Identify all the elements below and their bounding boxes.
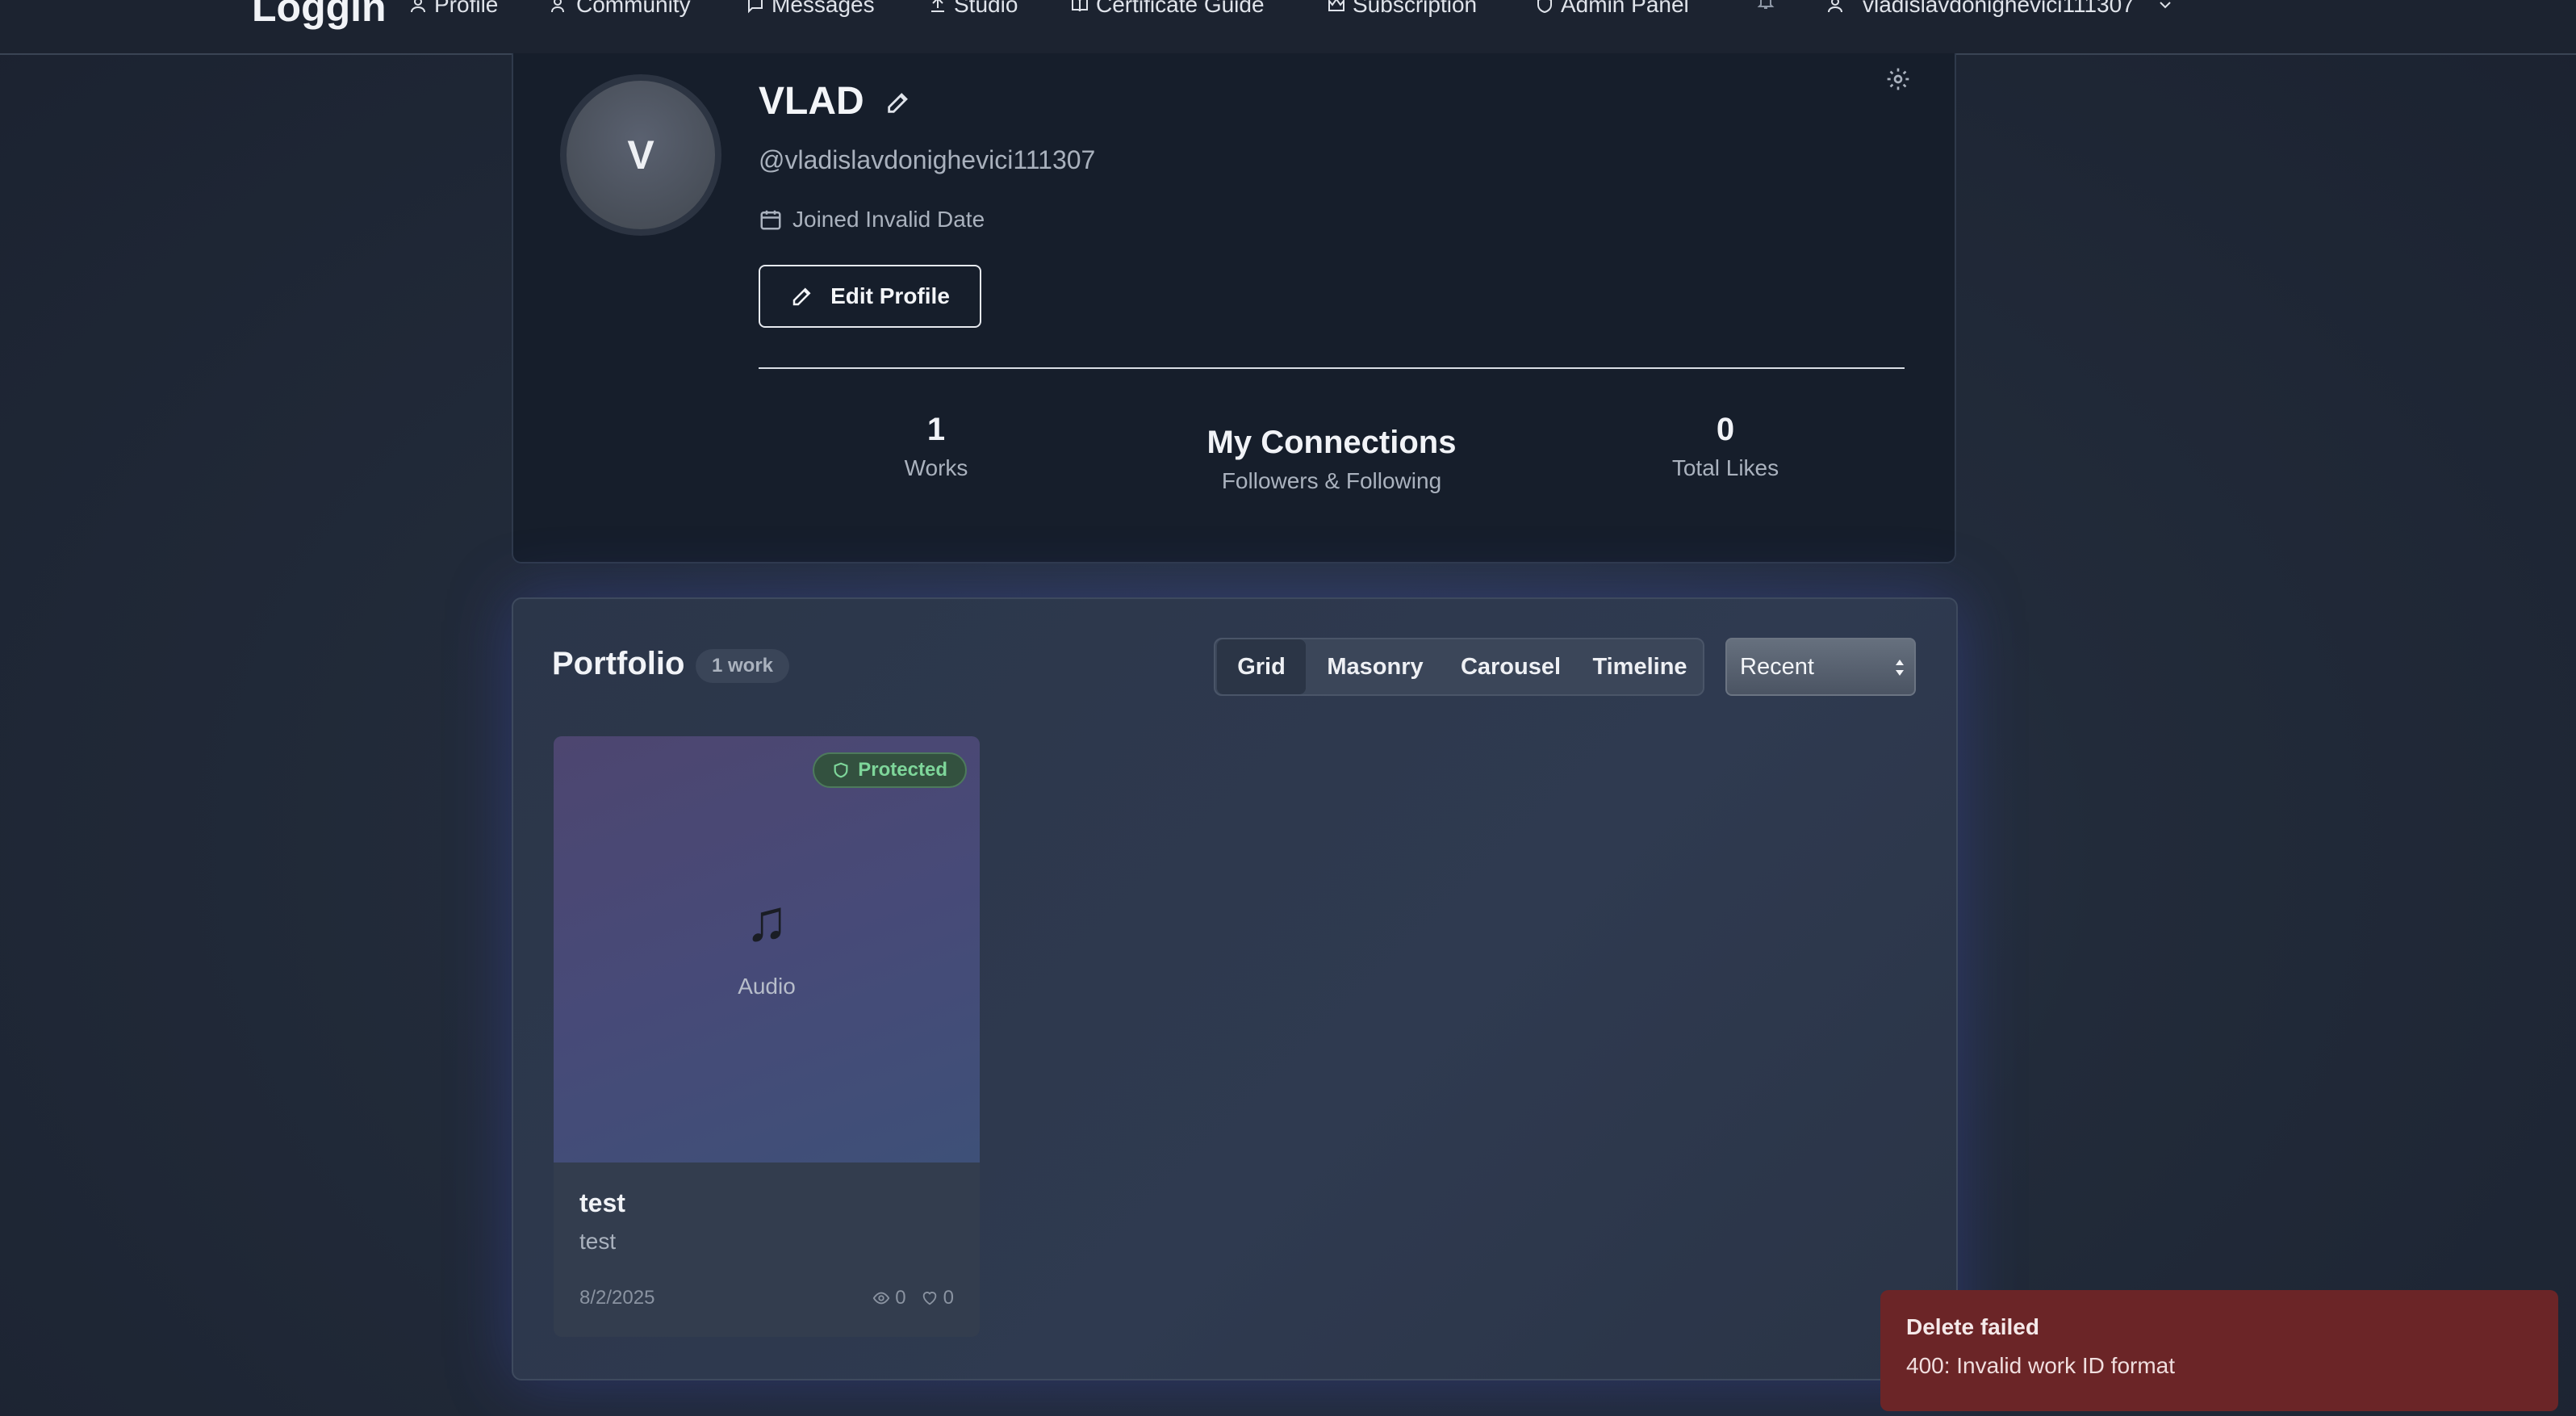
top-navbar: Loggin Profile Community Messages Studio… [0, 0, 2576, 55]
work-likes[interactable]: 0 [921, 1287, 954, 1309]
error-toast[interactable]: Delete failed 400: Invalid work ID forma… [1880, 1290, 2558, 1411]
nav-messages[interactable]: Messages [746, 0, 875, 18]
user-icon [411, 0, 425, 13]
shield-icon [834, 762, 848, 778]
connections-button[interactable]: My Connections [1130, 425, 1533, 461]
joined-date: Joined Invalid Date [759, 207, 985, 233]
nav-certificate-guide[interactable]: Certificate Guide [1070, 0, 1265, 18]
bell-icon [1757, 0, 1775, 9]
view-masonry-button[interactable]: Masonry [1309, 639, 1441, 694]
sort-select-value: Recent [1740, 653, 1814, 680]
gear-icon [1887, 68, 1909, 90]
calendar-icon [760, 210, 781, 230]
nav-messages-label: Messages [772, 0, 875, 17]
chevron-down-icon [2160, 2, 2171, 9]
pencil-icon [888, 93, 908, 113]
avatar-initial: V [627, 132, 654, 178]
work-title: test [579, 1188, 625, 1217]
profile-name: VLAD [759, 80, 864, 123]
connections-label: Followers & Following [1221, 468, 1442, 493]
heart-icon [922, 1292, 936, 1305]
username-label: vladislavdonighevici111307 [1863, 0, 2135, 17]
pencil-icon [792, 287, 811, 306]
toast-message: 400: Invalid work ID format [1906, 1353, 2176, 1378]
view-grid-button[interactable]: Grid [1217, 639, 1306, 694]
work-views: 0 [872, 1287, 906, 1309]
nav-admin-panel[interactable]: Admin Panel [1535, 0, 1689, 18]
nav-profile[interactable]: Profile [408, 0, 498, 18]
crown-icon [1328, 0, 1344, 11]
work-date: 8/2/2025 [579, 1287, 655, 1309]
eye-icon [873, 1292, 890, 1305]
work-description: test [579, 1229, 617, 1254]
settings-button[interactable] [1885, 66, 1911, 92]
work-thumbnail[interactable]: Protected ♫ Audio [554, 736, 980, 1163]
nav-community-label: Community [576, 0, 691, 17]
works-label: Works [904, 455, 968, 480]
nav-admin-panel-label: Admin Panel [1561, 0, 1689, 17]
protected-badge-label: Protected [858, 759, 947, 781]
users-icon [551, 0, 564, 13]
nav-certificate-guide-label: Certificate Guide [1096, 0, 1265, 17]
work-card[interactable]: Protected ♫ Audio test test 8/2/2025 0 0 [554, 736, 980, 1337]
edit-name-button[interactable] [884, 89, 912, 116]
toast-title: Delete failed [1906, 1314, 2039, 1339]
nav-community[interactable]: Community [550, 0, 691, 18]
work-stats: 0 0 [872, 1287, 954, 1309]
view-mode-toggle: Grid Masonry Carousel Timeline [1214, 638, 1704, 696]
joined-date-label: Joined Invalid Date [792, 207, 985, 232]
works-count: 1 [926, 412, 946, 447]
edit-profile-label: Edit Profile [830, 283, 950, 308]
nav-studio-label: Studio [954, 0, 1018, 17]
sort-select[interactable]: Recent [1725, 638, 1916, 696]
view-timeline-button[interactable]: Timeline [1579, 639, 1701, 694]
view-carousel-button[interactable]: Carousel [1445, 639, 1577, 694]
nav-subscription[interactable]: Subscription [1327, 0, 1477, 18]
shield-icon [1537, 0, 1552, 14]
nav-studio[interactable]: Studio [928, 0, 1018, 18]
likes-count: 0 [1716, 412, 1735, 447]
protected-badge: Protected [813, 752, 967, 788]
likes-label: Total Likes [1671, 455, 1779, 480]
avatar: V [560, 74, 721, 236]
notifications-button[interactable] [1756, 0, 1775, 11]
nav-subscription-label: Subscription [1353, 0, 1478, 17]
work-views-count: 0 [895, 1287, 906, 1309]
message-icon [748, 0, 763, 14]
edit-profile-button[interactable]: Edit Profile [759, 265, 981, 328]
upload-icon [931, 0, 944, 12]
profile-handle: @vladislavdonighevici111307 [759, 145, 1096, 174]
user-icon [1828, 0, 1842, 13]
select-arrows-icon [1896, 660, 1904, 676]
portfolio-title: Portfolio [552, 646, 685, 681]
music-note-icon: ♫ [745, 889, 788, 953]
user-menu[interactable]: vladislavdonighevici111307 [1825, 0, 2175, 18]
app-logo[interactable]: Loggin [252, 0, 387, 31]
book-icon [1072, 0, 1088, 12]
profile-divider [759, 367, 1905, 369]
work-count-badge: 1 work [696, 649, 790, 683]
media-type-label: Audio [738, 974, 796, 999]
work-likes-count: 0 [943, 1287, 954, 1309]
nav-profile-label: Profile [434, 0, 499, 17]
